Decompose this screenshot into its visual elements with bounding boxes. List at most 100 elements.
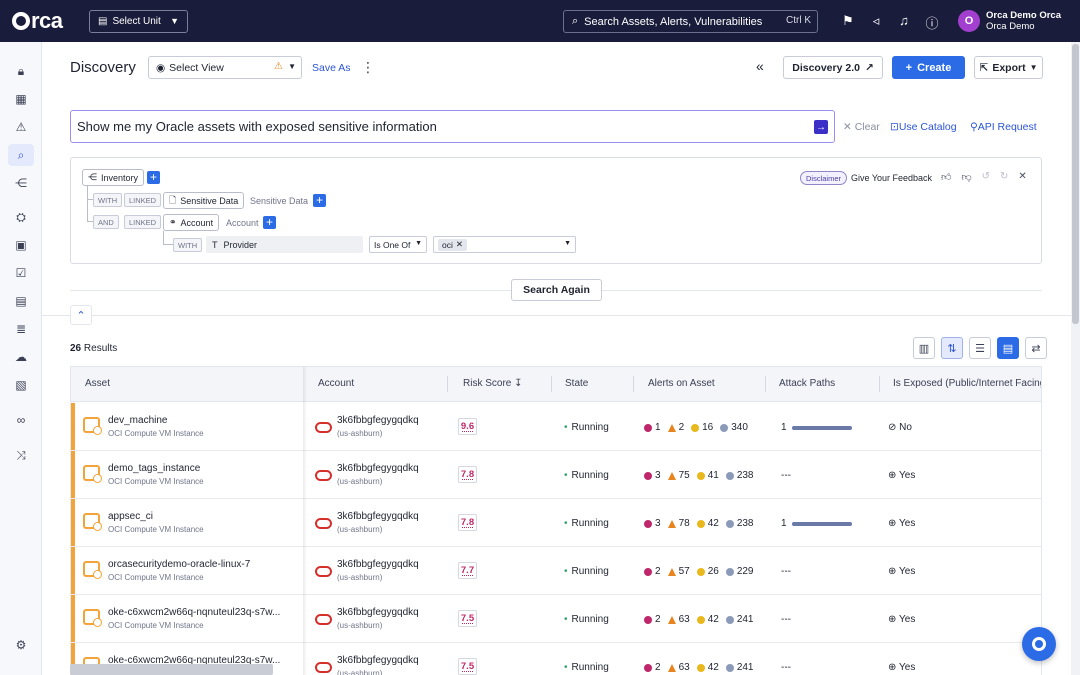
bag-icon[interactable]: ▣ [8, 234, 34, 256]
infinity-icon[interactable]: ∞ [8, 409, 34, 431]
query-input[interactable]: Show me my Oracle assets with exposed se… [70, 110, 835, 143]
column-asset[interactable]: Asset [85, 378, 110, 389]
column-attack-paths[interactable]: Attack Paths [779, 378, 835, 389]
alerts-summary[interactable]: 3 75 41 238 [644, 470, 754, 481]
dashboard-icon[interactable]: ▦ [8, 88, 34, 110]
shuffle-icon[interactable]: ⤨ [8, 444, 34, 466]
alerts-summary[interactable]: 2 63 42 241 [644, 662, 754, 673]
account-name[interactable]: 3k6fbbgfegygqdkq [337, 655, 419, 666]
thumbs-up-icon[interactable]: 👍︎ [941, 171, 951, 183]
add-sensitive-data-button[interactable]: + [313, 194, 326, 207]
settings-icon[interactable]: ⚙ [8, 634, 34, 656]
column-is-exposed[interactable]: Is Exposed (Public/Internet Facing) [893, 378, 1041, 389]
create-button[interactable]: + Create [892, 56, 965, 79]
operator-select[interactable]: Is One Of ▼ [369, 236, 427, 253]
avatar[interactable]: O [958, 10, 980, 32]
more-options-icon[interactable]: ⋮ [361, 59, 375, 76]
attack-paths[interactable]: --- [781, 614, 791, 625]
asset-name[interactable]: dev_machine [108, 415, 298, 426]
account-name[interactable]: 3k6fbbgfegygqdkq [337, 559, 419, 570]
alert-icon[interactable]: ⚠ [8, 116, 34, 138]
table-row[interactable]: demo_tags_instance OCI Compute VM Instanc… [71, 451, 1041, 499]
attack-paths[interactable]: --- [781, 470, 791, 481]
account-name[interactable]: 3k6fbbgfegygqdkq [337, 463, 419, 474]
collapse-panel-icon[interactable]: « [756, 58, 764, 74]
vertical-scrollbar[interactable] [1071, 42, 1080, 675]
risk-score-badge[interactable]: 7.7 [458, 562, 477, 579]
asset-name[interactable]: appsec_ci [108, 511, 298, 522]
global-search-input[interactable]: ⌕ Search Assets, Alerts, Vulnerabilities… [563, 10, 818, 33]
chat-support-button[interactable] [1022, 627, 1056, 661]
provider-field[interactable]: T Provider [206, 236, 363, 253]
use-catalog-link[interactable]: ⊡Use Catalog [890, 121, 957, 133]
alerts-summary[interactable]: 1 2 16 340 [644, 422, 748, 433]
megaphone-icon[interactable]: ◃ [868, 13, 884, 32]
remove-icon[interactable]: ✕ [456, 239, 463, 250]
sort-icon[interactable]: ⇅ [941, 337, 963, 359]
export-button[interactable]: ⇱ Export ▼ [974, 56, 1043, 79]
table-row[interactable]: dev_machine OCI Compute VM Instance 3k6fbb… [71, 403, 1041, 451]
user-menu[interactable]: Orca Demo Orca Orca Demo [986, 10, 1061, 32]
column-alerts[interactable]: Alerts on Asset [648, 378, 715, 389]
attack-paths[interactable]: --- [781, 662, 791, 673]
risk-score-badge[interactable]: 7.8 [458, 466, 477, 483]
database-icon[interactable]: ≣ [8, 318, 34, 340]
image-icon[interactable]: ▧ [8, 374, 34, 396]
risk-score-badge[interactable]: 9.6 [458, 418, 477, 435]
alerts-summary[interactable]: 3 78 42 238 [644, 518, 754, 529]
account-name[interactable]: 3k6fbbgfegygqdkq [337, 415, 419, 426]
columns-icon[interactable]: ▥ [913, 337, 935, 359]
add-account-button[interactable]: + [263, 216, 276, 229]
unit-select[interactable]: ▤ Select Unit ▼ [89, 10, 188, 33]
column-risk-score[interactable]: Risk Score ↧ [463, 378, 523, 389]
account-name[interactable]: 3k6fbbgfegygqdkq [337, 607, 419, 618]
lock-icon[interactable]: 🔒︎ [8, 60, 34, 82]
alerts-summary[interactable]: 2 57 26 229 [644, 566, 754, 577]
asset-name[interactable]: demo_tags_instance [108, 463, 298, 474]
save-as-link[interactable]: Save As [312, 62, 351, 74]
sensitive-data-chip[interactable]: 🗋 Sensitive Data [163, 192, 245, 209]
api-request-link[interactable]: ⚲API Request [970, 121, 1037, 133]
graph-icon[interactable]: ⋲ [8, 172, 34, 194]
chevron-up-icon[interactable]: ⌃ [70, 305, 92, 325]
risk-score-badge[interactable]: 7.5 [458, 610, 477, 627]
column-account[interactable]: Account [318, 378, 354, 389]
risk-score-badge[interactable]: 7.5 [458, 658, 477, 675]
table-row[interactable]: oke-c6xwcm2w66q-nqnuteul23q-s7w... OCI Co… [71, 595, 1041, 643]
discovery-version-button[interactable]: Discovery 2.0 ↗ [783, 56, 883, 79]
attack-paths[interactable]: --- [781, 566, 791, 577]
add-condition-button[interactable]: + [147, 171, 160, 184]
flag-icon[interactable]: ⚑ [840, 13, 856, 32]
cloud-icon[interactable]: ☁ [8, 346, 34, 368]
search-again-button[interactable]: Search Again [511, 279, 602, 301]
checklist-icon[interactable]: ☑ [8, 262, 34, 284]
asset-name[interactable]: oke-c6xwcm2w66q-nqnuteul23q-s7w... [108, 607, 298, 618]
column-state[interactable]: State [565, 378, 588, 389]
alerts-summary[interactable]: 2 63 42 241 [644, 614, 754, 625]
search-icon[interactable]: ⌕ [8, 144, 34, 166]
thumbs-down-icon[interactable]: 👎︎ [961, 171, 971, 183]
list-view-icon[interactable]: ☰ [969, 337, 991, 359]
view-select[interactable]: ◉ Select View ⚠ ▼ [148, 56, 302, 79]
horizontal-scrollbar[interactable] [70, 664, 273, 675]
value-select[interactable]: oci ✕ ▼ [433, 236, 576, 253]
account-chip[interactable]: ⚭ Account [163, 214, 220, 231]
help-icon[interactable]: ⓘ [924, 13, 940, 32]
shield-icon[interactable]: ⛭ [8, 206, 34, 228]
scrollbar-thumb[interactable] [1072, 44, 1079, 324]
clear-button[interactable]: ✕ Clear [843, 121, 880, 133]
redo-icon[interactable]: ↻ [1000, 171, 1008, 183]
attack-paths[interactable]: 1 [781, 518, 852, 529]
compare-icon[interactable]: ⇄ [1025, 337, 1047, 359]
disclaimer-badge[interactable]: Disclaimer [800, 171, 848, 185]
table-row[interactable]: appsec_ci OCI Compute VM Instance 3k6fbbgf… [71, 499, 1041, 547]
orca-logo[interactable]: rca [12, 8, 63, 34]
bell-icon[interactable]: ♫ [896, 13, 912, 32]
account-name[interactable]: 3k6fbbgfegygqdkq [337, 511, 419, 522]
asset-name[interactable]: orcasecuritydemo-oracle-linux-7 [108, 559, 298, 570]
attack-paths[interactable]: 1 [781, 422, 852, 433]
close-icon[interactable]: ✕ [1018, 171, 1026, 183]
inventory-chip[interactable]: ⋲ Inventory [82, 169, 145, 186]
policy-icon[interactable]: ▤ [8, 290, 34, 312]
undo-icon[interactable]: ↺ [982, 171, 990, 183]
